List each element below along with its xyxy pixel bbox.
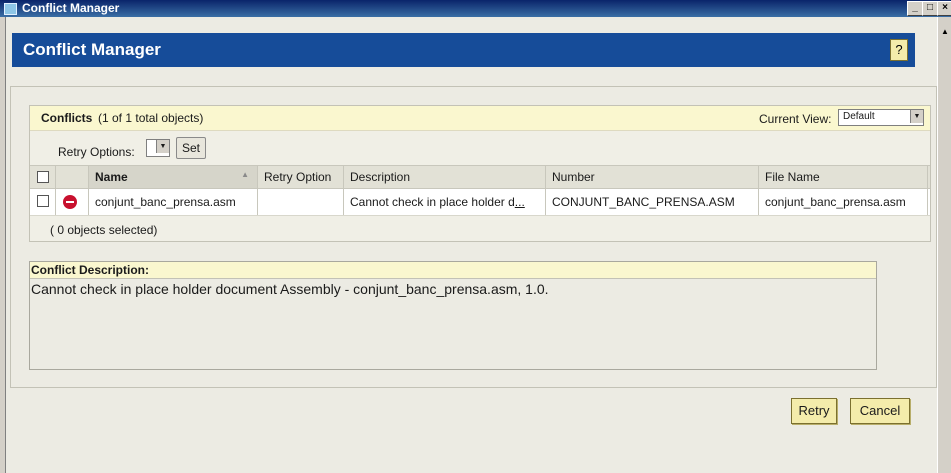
- table-header-row: Name ▲ Retry Option Description Number F…: [30, 165, 930, 189]
- sort-ascending-icon: ▲: [241, 170, 249, 179]
- conflicts-table-panel: Conflicts (1 of 1 total objects) Current…: [29, 105, 931, 242]
- app-icon: [4, 3, 17, 15]
- column-header-file-name[interactable]: File Name: [759, 166, 928, 188]
- selected-count: ( 0 objects selected): [50, 223, 158, 237]
- column-header-name[interactable]: Name ▲: [89, 166, 258, 188]
- column-header-description[interactable]: Description: [344, 166, 546, 188]
- page-title: Conflict Manager: [23, 40, 161, 59]
- page-header: Conflict Manager ?: [12, 33, 915, 67]
- minimize-icon[interactable]: _: [907, 1, 923, 16]
- conflict-description-label: Conflict Description:: [31, 263, 150, 277]
- conflicts-count: (1 of 1 total objects): [98, 111, 204, 125]
- row-select-cell: [30, 189, 56, 215]
- retry-button[interactable]: Retry: [791, 398, 837, 424]
- conflicts-table-toolbar: Conflicts (1 of 1 total objects) Current…: [30, 106, 930, 131]
- column-header-number[interactable]: Number: [546, 166, 759, 188]
- description-text: Cannot check in place holder d: [350, 195, 515, 209]
- conflict-description-header: Conflict Description:: [30, 262, 876, 279]
- set-button[interactable]: Set: [176, 137, 206, 159]
- cell-file-name: conjunt_banc_prensa.asm: [759, 189, 928, 215]
- select-all-cell: [30, 166, 56, 188]
- vertical-scrollbar[interactable]: ▲: [937, 17, 951, 473]
- scroll-up-icon[interactable]: ▲: [941, 27, 949, 36]
- window-left-border: [0, 17, 6, 473]
- status-column-header: [56, 166, 89, 188]
- cell-name: conjunt_banc_prensa.asm: [89, 189, 258, 215]
- retry-options-select[interactable]: ▼: [146, 139, 170, 157]
- retry-options-label: Retry Options:: [58, 145, 135, 159]
- description-more-link[interactable]: ...: [515, 195, 525, 209]
- chevron-down-icon[interactable]: ▼: [910, 110, 923, 123]
- table-row[interactable]: conjunt_banc_prensa.asm Cannot check in …: [30, 189, 930, 216]
- conflict-description-panel: Conflict Description: Cannot check in pl…: [29, 261, 877, 370]
- cell-description: Cannot check in place holder d...: [344, 189, 546, 215]
- row-status-cell: [56, 189, 89, 215]
- cell-number: CONJUNT_BANC_PRENSA.ASM: [546, 189, 759, 215]
- current-view-value: Default: [843, 111, 875, 122]
- select-all-checkbox[interactable]: [37, 171, 49, 183]
- conflict-description-text: Cannot check in place holder document As…: [31, 281, 549, 297]
- current-view-label: Current View:: [759, 112, 832, 126]
- conflicts-label: Conflicts: [41, 111, 93, 125]
- window-title: Conflict Manager: [22, 1, 120, 15]
- error-stop-icon: [63, 195, 77, 209]
- window-titlebar: Conflict Manager _ □ ×: [0, 0, 951, 17]
- help-button[interactable]: ?: [890, 39, 908, 61]
- chevron-down-icon[interactable]: ▼: [156, 140, 169, 153]
- cancel-button[interactable]: Cancel: [850, 398, 910, 424]
- row-checkbox[interactable]: [37, 195, 49, 207]
- close-icon[interactable]: ×: [937, 1, 951, 16]
- cell-retry-option[interactable]: [258, 189, 344, 215]
- maximize-icon[interactable]: □: [922, 1, 938, 16]
- column-header-retry-option[interactable]: Retry Option: [258, 166, 344, 188]
- current-view-select[interactable]: Default ▼: [838, 109, 924, 126]
